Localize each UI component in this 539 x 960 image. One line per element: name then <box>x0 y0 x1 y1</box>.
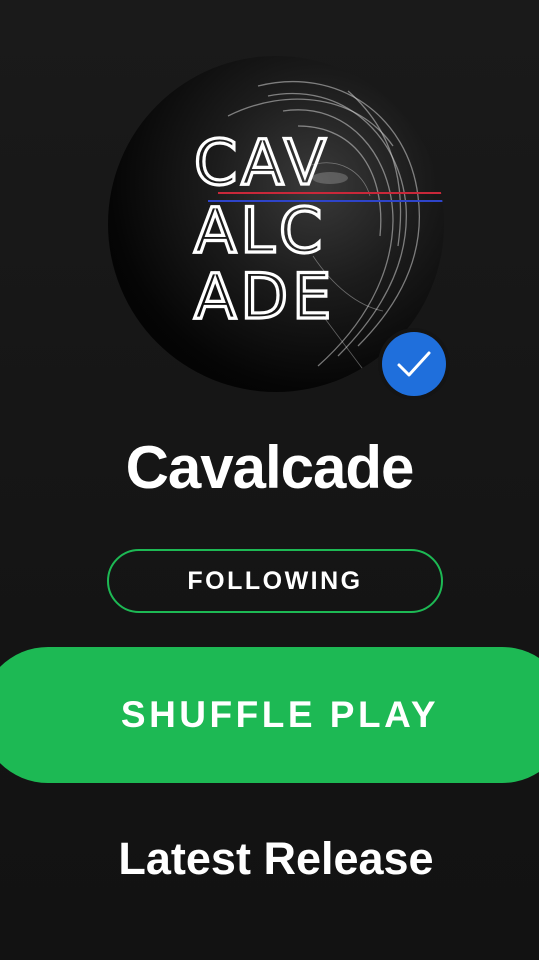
avatar-logo-line-3: ADE <box>194 260 335 333</box>
following-button[interactable]: FOLLOWING <box>107 549 443 613</box>
artist-page: CAV ALC ADE Cavalcade FOLLOWING SHUFFLE … <box>0 0 539 960</box>
verified-badge <box>382 332 446 396</box>
shuffle-play-button[interactable]: SHUFFLE PLAY <box>0 647 539 783</box>
artist-name: Cavalcade <box>125 434 415 501</box>
avatar-logo-line-1: CAV <box>194 126 330 199</box>
latest-release-heading: Latest Release <box>118 833 434 884</box>
avatar-logo-line-2: ALC <box>194 194 326 267</box>
check-icon <box>397 351 431 377</box>
